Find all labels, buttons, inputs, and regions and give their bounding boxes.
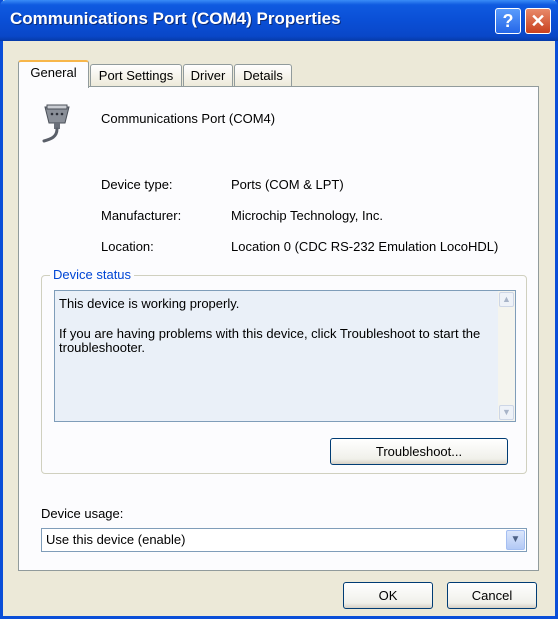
troubleshoot-button[interactable]: Troubleshoot... (330, 438, 508, 465)
tab-details[interactable]: Details (234, 64, 292, 87)
troubleshoot-hint: If you are having problems with this dev… (59, 326, 481, 355)
device-type-label: Device type: (101, 177, 173, 192)
location-value: Location 0 (CDC RS-232 Emulation LocoHDL… (231, 239, 499, 254)
cancel-button[interactable]: Cancel (447, 582, 537, 609)
manufacturer-value: Microchip Technology, Inc. (231, 208, 383, 223)
device-usage-label: Device usage: (41, 506, 124, 521)
device-usage-select[interactable]: Use this device (enable) ▼ (41, 528, 527, 552)
location-label: Location: (101, 239, 154, 254)
tab-general[interactable]: General (18, 60, 89, 88)
device-status-group: Device status This device is working pro… (41, 267, 527, 474)
manufacturer-label: Manufacturer: (101, 208, 182, 223)
device-status-legend: Device status (50, 267, 135, 282)
device-type-value: Ports (COM & LPT) (231, 177, 344, 192)
close-button[interactable]: ✕ (525, 8, 551, 34)
general-tab-panel: Communications Port (COM4) Device type: … (18, 86, 539, 571)
scroll-down-icon[interactable]: ▼ (499, 405, 514, 420)
device-status-text: This device is working properly. If you … (59, 297, 489, 355)
status-scrollbar[interactable]: ▲ ▼ (498, 291, 515, 421)
title-bar[interactable]: Communications Port (COM4) Properties ? … (0, 0, 558, 41)
device-status-textbox[interactable]: This device is working properly. If you … (54, 290, 516, 422)
status-message: This device is working properly. (59, 296, 240, 311)
scroll-up-icon[interactable]: ▲ (499, 292, 514, 307)
window-title: Communications Port (COM4) Properties (10, 9, 341, 28)
chevron-down-icon[interactable]: ▼ (506, 530, 525, 550)
serial-port-connector-icon (42, 104, 70, 143)
device-name: Communications Port (COM4) (101, 111, 276, 126)
ok-button[interactable]: OK (343, 582, 433, 609)
device-usage-value: Use this device (enable) (46, 532, 186, 547)
tab-driver[interactable]: Driver (183, 64, 233, 87)
tab-port-settings[interactable]: Port Settings (90, 64, 182, 87)
help-button[interactable]: ? (495, 8, 521, 34)
properties-dialog: Communications Port (COM4) Properties ? … (0, 0, 558, 619)
